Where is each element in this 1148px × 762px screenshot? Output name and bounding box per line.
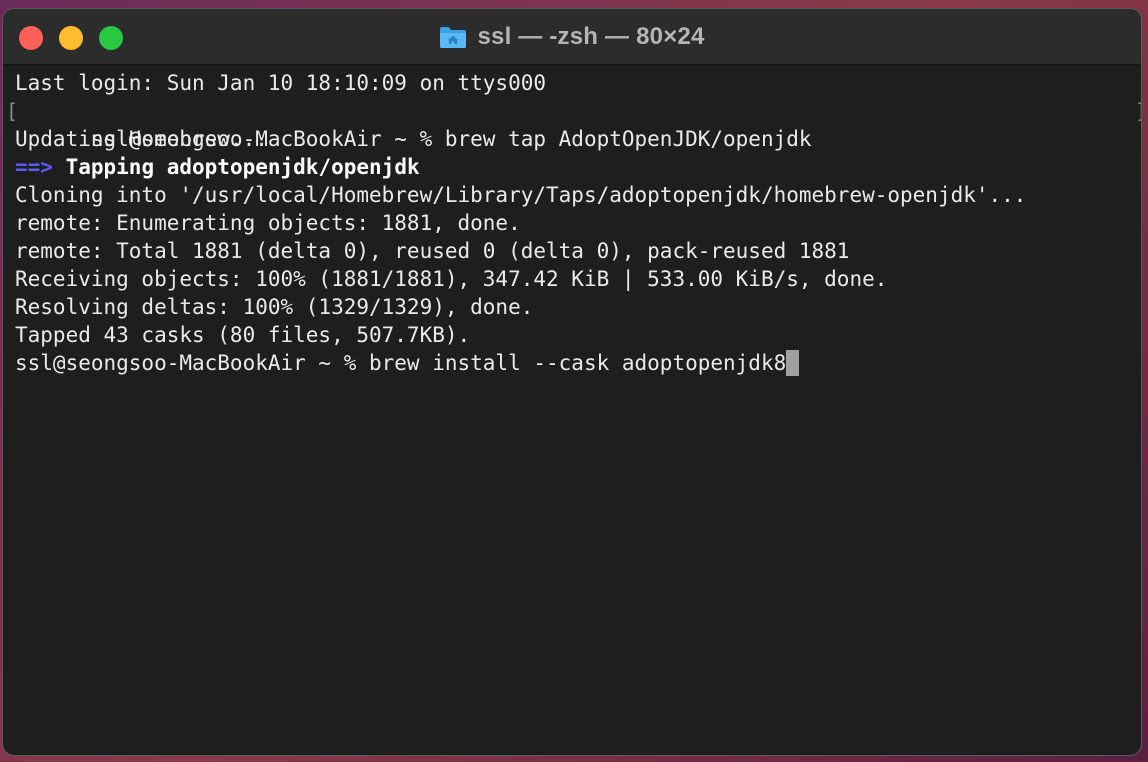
terminal-output[interactable]: Last login: Sun Jan 10 18:10:09 on ttys0… [6,69,1141,747]
window-title-area: ssl — -zsh — 80×24 [3,9,1141,65]
terminal-line: [ssl@seongsoo-MacBookAir ~ % brew tap Ad… [6,97,1141,151]
tapping-text: Tapping adoptopenjdk/openjdk [65,155,420,179]
terminal-line: ==> Tapping adoptopenjdk/openjdk [15,153,1133,181]
terminal-window: ssl — -zsh — 80×24 Last login: Sun Jan 1… [2,8,1142,756]
command-mark-left: [ [6,99,19,123]
title-bar[interactable]: ssl — -zsh — 80×24 [3,9,1141,65]
terminal-prompt-line[interactable]: ssl@seongsoo-MacBookAir ~ % brew install… [15,349,1133,377]
terminal-line: Receiving objects: 100% (1881/1881), 347… [15,267,888,291]
terminal-line: Updating Homebrew... [15,127,268,151]
terminal-line: remote: Total 1881 (delta 0), reused 0 (… [15,239,850,263]
home-folder-icon [440,27,467,48]
terminal-line: remote: Enumerating objects: 1881, done. [15,211,521,235]
terminal-line: Tapped 43 casks (80 files, 507.7KB). [15,323,471,347]
terminal-line: Resolving deltas: 100% (1329/1329), done… [15,295,534,319]
command-mark-right: ] [1135,97,1141,125]
text-cursor [786,350,800,376]
window-title: ssl — -zsh — 80×24 [477,23,705,50]
current-command[interactable]: ssl@seongsoo-MacBookAir ~ % brew install… [15,351,786,375]
homebrew-arrow: ==> [15,155,53,179]
terminal-line: Cloning into '/usr/local/Homebrew/Librar… [15,183,1027,207]
terminal-line: Last login: Sun Jan 10 18:10:09 on ttys0… [15,71,547,95]
